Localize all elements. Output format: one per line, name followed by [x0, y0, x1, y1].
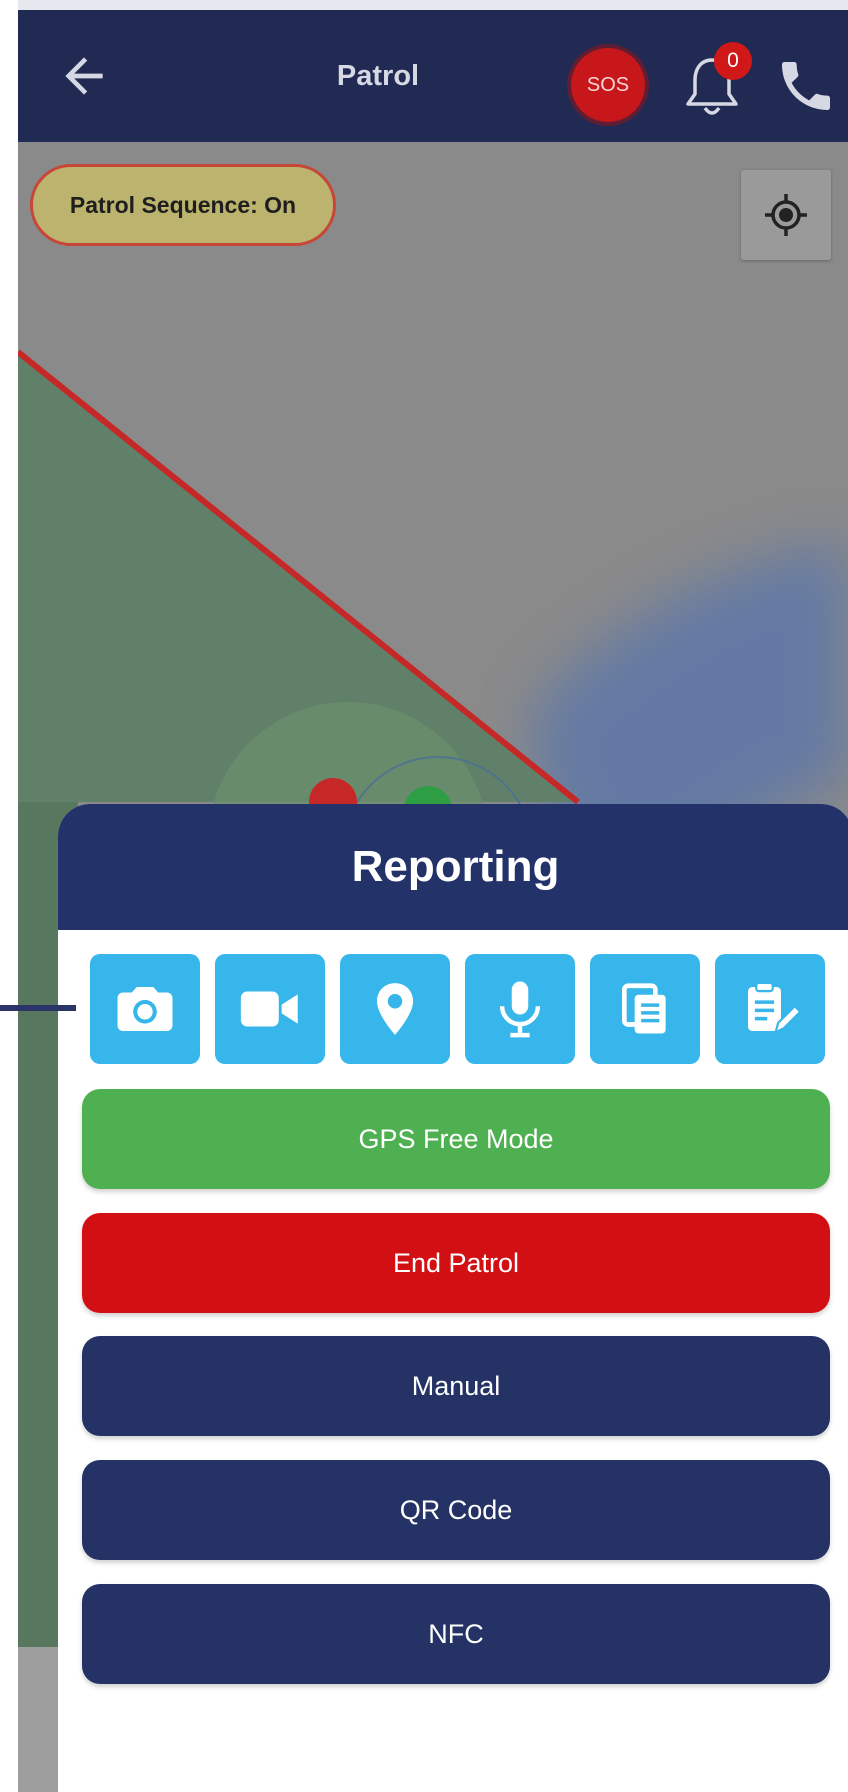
microphone-icon [499, 981, 541, 1038]
call-button[interactable] [774, 54, 844, 124]
camera-button[interactable] [90, 954, 200, 1064]
documents-button[interactable] [590, 954, 700, 1064]
copy-documents-icon [622, 983, 666, 1034]
video-camera-icon [240, 991, 298, 1027]
nfc-button[interactable]: NFC [82, 1584, 830, 1684]
audio-button[interactable] [465, 954, 575, 1064]
clipboard-edit-icon [748, 981, 802, 1035]
reporting-header: Reporting [58, 804, 848, 930]
page-title: Patrol [336, 60, 420, 92]
locate-button[interactable] [741, 170, 831, 260]
app-screen: Patrol SOS 0 Patrol Sequence: On Reporti… [18, 0, 848, 1792]
app-bar: Patrol SOS 0 [18, 10, 848, 142]
video-button[interactable] [215, 954, 325, 1064]
back-button[interactable] [52, 44, 116, 108]
notifications-button[interactable]: 0 [672, 42, 752, 126]
sos-button[interactable]: SOS [571, 48, 645, 122]
gps-free-mode-button[interactable]: GPS Free Mode [82, 1089, 830, 1189]
end-patrol-button[interactable]: End Patrol [82, 1213, 830, 1313]
connector-line [0, 1005, 76, 1011]
location-button[interactable] [340, 954, 450, 1064]
notes-button[interactable] [715, 954, 825, 1064]
qr-code-button[interactable]: QR Code [82, 1460, 830, 1560]
map-pin-icon [376, 983, 414, 1035]
patrol-sequence-badge: Patrol Sequence: On [30, 164, 336, 246]
reporting-panel: Reporting GPS Free Mode End Patrol Manua… [58, 804, 848, 1792]
reporting-title: Reporting [351, 842, 560, 891]
crosshair-icon [765, 194, 807, 236]
camera-icon [117, 987, 173, 1031]
arrow-left-icon [65, 57, 103, 95]
phone-icon [782, 62, 830, 110]
manual-button[interactable]: Manual [82, 1336, 830, 1436]
status-strip [18, 0, 848, 10]
notification-count-badge: 0 [714, 42, 752, 80]
